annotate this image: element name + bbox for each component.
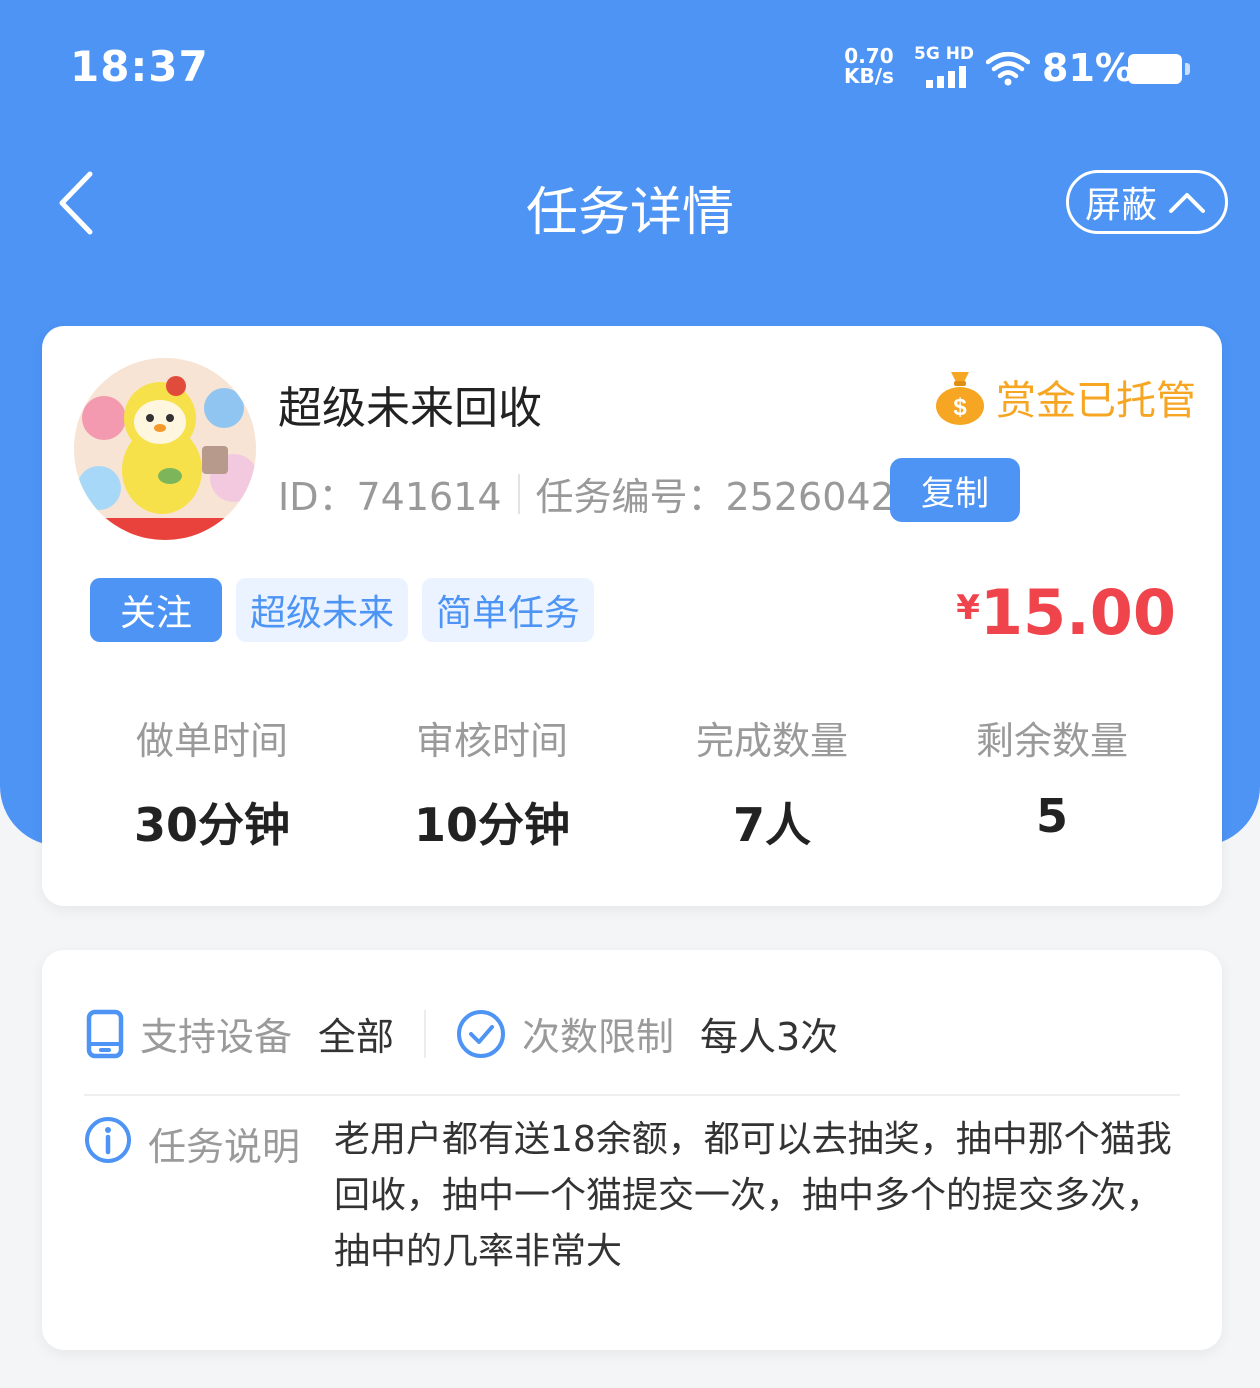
escrow-label: 赏金已托管 xyxy=(996,378,1196,424)
price-currency: ¥ xyxy=(956,588,980,628)
signal-icon xyxy=(926,66,966,88)
block-button[interactable]: 屏蔽 xyxy=(1066,170,1228,234)
shop-name: 超级未来回收 xyxy=(278,383,542,434)
stat-value: 10分钟 xyxy=(413,798,570,852)
escrow-badge: $ 赏金已托管 xyxy=(934,368,1196,426)
user-id: ID：741614 xyxy=(278,475,502,519)
stat-value: 5 xyxy=(1035,789,1068,843)
avatar[interactable] xyxy=(74,358,256,540)
task-requirements: 支持设备 全部 次数限制 每人3次 xyxy=(86,1006,838,1061)
network-speed-value: 0.70 xyxy=(844,44,894,68)
task-price: ¥15.00 xyxy=(956,576,1176,649)
chevron-up-icon xyxy=(1169,193,1206,213)
wifi-icon xyxy=(986,52,1030,86)
stat-review-time: 审核时间 10分钟 xyxy=(352,710,632,855)
money-bag-icon: $ xyxy=(936,372,984,425)
device-label: 支持设备 xyxy=(140,1015,293,1059)
stat-label: 审核时间 xyxy=(415,719,568,763)
device-value: 全部 xyxy=(318,1015,395,1059)
tag-list: 关注 超级未来 简单任务 xyxy=(90,578,595,642)
description-text: 老用户都有送18余额，都可以去抽奖，抽中那个猫我回收，抽中一个猫提交一次，抽中多… xyxy=(334,1119,1172,1272)
stat-value: 30分钟 xyxy=(133,798,290,852)
phone-icon xyxy=(86,1009,124,1058)
network-speed: 0.70 KB/s xyxy=(844,46,894,86)
price-value: 15.00 xyxy=(979,576,1176,649)
tag-shop: 超级未来 xyxy=(236,578,409,642)
stat-label: 完成数量 xyxy=(695,719,848,763)
network-speed-unit: KB/s xyxy=(844,64,894,88)
check-circle-icon xyxy=(457,1009,506,1058)
battery-percent: 81% xyxy=(1042,46,1133,90)
description-label: 任务说明 xyxy=(148,1125,301,1169)
signal-label: 5G HD xyxy=(914,44,975,64)
avatar-image xyxy=(74,358,256,540)
status-time: 18:37 xyxy=(70,42,209,91)
limit-label: 次数限制 xyxy=(522,1015,675,1059)
task-summary-card: 超级未来回收 $ 赏金已托管 ID：741614 任务编号：25260426 复… xyxy=(42,326,1222,906)
copy-button[interactable]: 复制 xyxy=(890,458,1020,522)
stat-label: 做单时间 xyxy=(135,719,288,763)
stat-label: 剩余数量 xyxy=(975,719,1128,763)
limit-value: 每人3次 xyxy=(700,1015,839,1059)
stat-work-time: 做单时间 30分钟 xyxy=(72,710,352,855)
section-divider xyxy=(84,1094,1180,1096)
battery-icon xyxy=(1128,54,1190,84)
task-stats: 做单时间 30分钟 审核时间 10分钟 完成数量 7人 剩余数量 5 xyxy=(72,710,1192,855)
task-ids: ID：741614 任务编号：25260426 xyxy=(278,466,919,521)
task-details-card: 支持设备 全部 次数限制 每人3次 任务说明 老用户都有送18余额，都可以去抽奖… xyxy=(42,950,1222,1350)
requirements-divider xyxy=(424,1009,427,1058)
follow-button[interactable]: 关注 xyxy=(90,578,222,642)
stat-value: 7人 xyxy=(732,798,811,852)
stat-remaining: 剩余数量 5 xyxy=(912,710,1192,855)
svg-text:$: $ xyxy=(953,394,967,421)
info-icon xyxy=(85,1117,131,1163)
id-divider xyxy=(517,473,520,514)
block-button-label: 屏蔽 xyxy=(1085,185,1158,226)
task-number: 任务编号：25260426 xyxy=(535,475,919,519)
tag-type: 简单任务 xyxy=(422,578,595,642)
stat-completed: 完成数量 7人 xyxy=(632,710,912,855)
